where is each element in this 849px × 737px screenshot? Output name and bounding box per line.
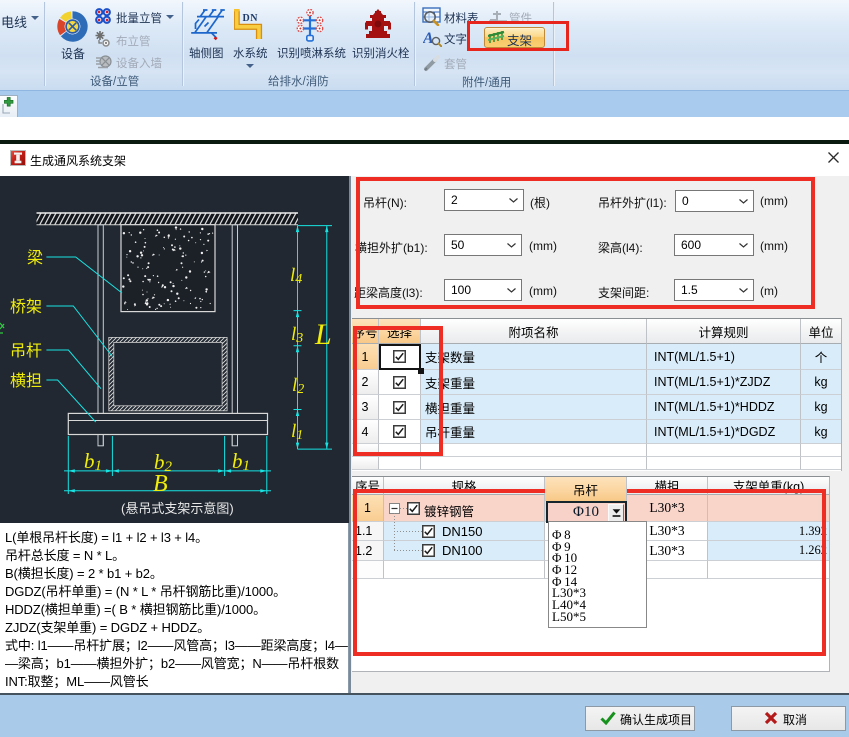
svg-text:桥架: 桥架 bbox=[10, 298, 42, 316]
svg-text:DN: DN bbox=[243, 13, 259, 24]
svg-text:b1: b1 bbox=[84, 449, 102, 474]
svg-text:L: L bbox=[314, 318, 332, 351]
svg-text:吊杆: 吊杆 bbox=[10, 342, 42, 360]
svg-text:(悬吊式支架示意图): (悬吊式支架示意图) bbox=[121, 501, 234, 516]
svg-text:l4: l4 bbox=[290, 265, 302, 287]
svg-text:梁: 梁 bbox=[27, 249, 43, 267]
svg-text:l2: l2 bbox=[292, 375, 304, 397]
svg-text:A: A bbox=[423, 30, 434, 47]
svg-text:B: B bbox=[153, 471, 168, 497]
svg-text:横担: 横担 bbox=[10, 372, 42, 390]
svg-text:b1: b1 bbox=[232, 449, 250, 474]
